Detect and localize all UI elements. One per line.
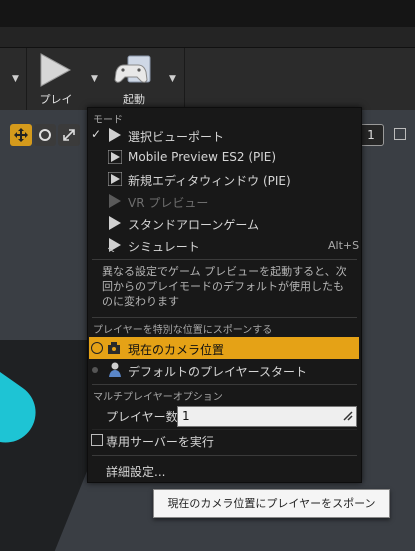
menu-item-vr-preview: VR プレビュー	[88, 190, 361, 212]
menu-divider	[92, 317, 357, 318]
menu-divider	[92, 384, 357, 385]
resize-grip-icon[interactable]	[343, 411, 353, 421]
rotate-tool-button[interactable]	[34, 124, 56, 146]
menu-item-mobile-preview[interactable]: Mobile Preview ES2 (PIE)	[88, 146, 361, 168]
menu-item-standalone-game[interactable]: スタンドアローンゲーム	[88, 212, 361, 234]
menu-divider	[92, 455, 357, 456]
player-count-input[interactable]: 1	[177, 406, 357, 427]
play-icon	[40, 53, 72, 87]
launch-controller-icon	[114, 55, 151, 83]
check-icon: ✓	[91, 127, 102, 141]
radio-unselected-icon	[92, 367, 98, 373]
play-viewport-icon	[109, 128, 121, 142]
dedicated-server-label[interactable]: 専用サーバーを実行	[106, 433, 214, 450]
simulate-icon	[108, 238, 121, 252]
new-window-icon	[108, 172, 122, 186]
translate-tool-button[interactable]	[10, 124, 32, 146]
spawn-camera-tooltip: 現在のカメラ位置にプレイヤーをスポーン	[153, 489, 390, 518]
menu-divider	[92, 429, 357, 430]
launch-button[interactable]: 起動	[104, 50, 164, 108]
simulate-shortcut: Alt+S	[328, 239, 360, 252]
menu-item-new-editor-window[interactable]: 新規エディタウィンドウ (PIE)	[88, 168, 361, 190]
play-label: プレイ	[39, 93, 73, 106]
multiplayer-section-header: マルチプレイヤーオプション	[93, 392, 223, 403]
dedicated-server-checkbox[interactable]	[91, 434, 103, 446]
mobile-preview-icon	[108, 150, 122, 164]
standalone-game-icon	[109, 216, 121, 230]
maximize-viewport-icon[interactable]	[394, 128, 406, 140]
menu-item-simulate[interactable]: シミュレート Alt+S	[88, 234, 361, 256]
play-button[interactable]: プレイ	[30, 50, 86, 108]
advanced-settings-item[interactable]: 詳細設定...	[106, 463, 165, 480]
scale-tool-button[interactable]	[58, 124, 80, 146]
player-count-value: 1	[182, 409, 190, 423]
menu-item-spawn-camera-location[interactable]: 現在のカメラ位置	[89, 337, 359, 359]
prev-dropdown-arrow-icon[interactable]: ▼	[12, 74, 19, 84]
menu-item-spawn-default-player-start[interactable]: デフォルトのプレイヤースタート	[88, 359, 361, 381]
tab-strip	[0, 27, 415, 48]
player-start-icon	[109, 362, 121, 377]
launch-label: 起動	[123, 93, 145, 106]
toolbar-divider	[184, 48, 185, 110]
vr-preview-icon	[109, 194, 121, 208]
title-bar	[0, 0, 415, 27]
spawn-section-header: プレイヤーを特別な位置にスポーンする	[93, 325, 273, 336]
play-mode-description: 異なる設定でゲーム プレビューを起動すると、次回からのプレイモードのデフォルトが…	[102, 265, 347, 308]
radio-selected-icon	[91, 342, 103, 354]
player-count-label: プレイヤー数	[106, 410, 178, 424]
menu-divider	[92, 259, 357, 260]
viewport-transform-toolbar	[10, 124, 86, 146]
camera-icon	[108, 342, 120, 354]
launch-options-dropdown-icon[interactable]: ▼	[169, 74, 176, 84]
move-arrows-icon	[14, 128, 28, 142]
menu-item-selected-viewport[interactable]: ✓ 選択ビューポート	[88, 124, 361, 146]
main-toolbar: ▼ プレイ ▼ 起動 ▼	[0, 48, 415, 110]
rotate-icon	[39, 129, 51, 141]
scale-icon	[63, 129, 75, 141]
play-options-dropdown-icon[interactable]: ▼	[91, 74, 98, 84]
